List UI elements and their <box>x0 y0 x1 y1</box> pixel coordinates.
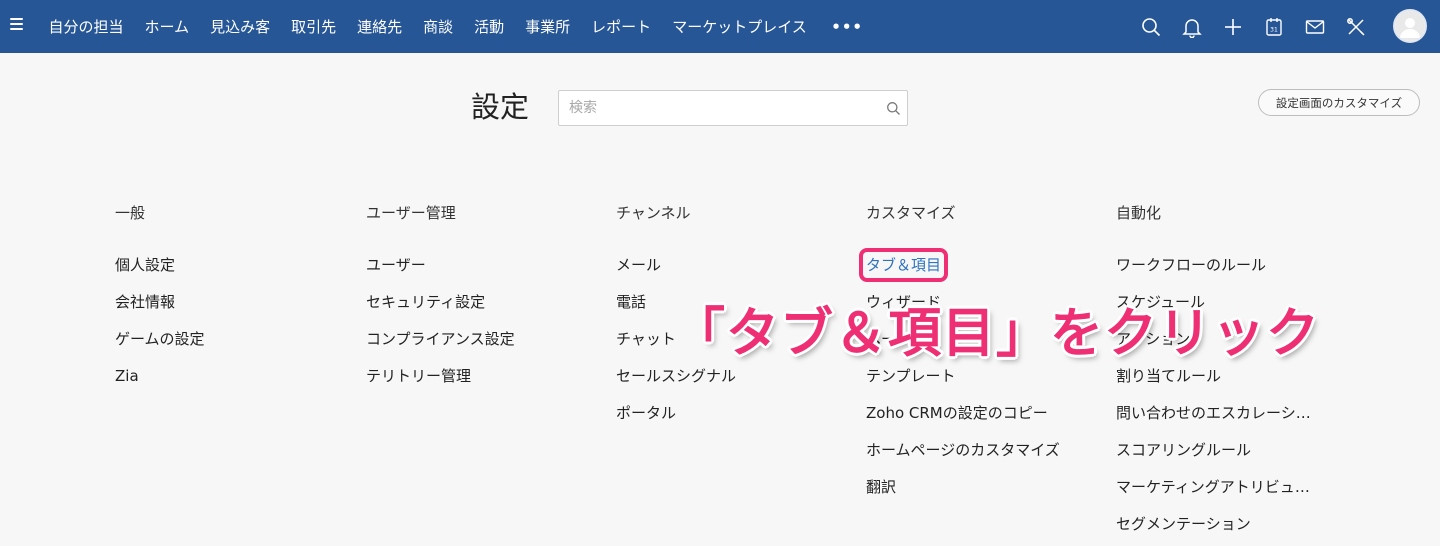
setting-link-translation[interactable]: 翻訳 <box>866 477 1096 497</box>
nav-tab-reports[interactable]: レポート <box>581 16 662 37</box>
settings-column-user-management: ユーザー管理 ユーザー セキュリティ設定 コンプライアンス設定 テリトリー管理 <box>366 203 596 403</box>
setup-tools-icon[interactable] <box>1343 14 1369 40</box>
nav-tab-leads[interactable]: 見込み客 <box>200 16 281 37</box>
setting-link-home-customization[interactable]: ホームページのカスタマイズ <box>866 440 1096 460</box>
setting-link-assignment-rules[interactable]: 割り当てルール <box>1116 366 1324 386</box>
nav-tabs: 自分の担当 ホーム 見込み客 取引先 連絡先 商談 活動 事業所 レポート マー… <box>38 0 877 53</box>
setting-link-security[interactable]: セキュリティ設定 <box>366 292 596 312</box>
nav-tab-marketplace[interactable]: マーケットプレイス <box>662 16 818 37</box>
more-tabs-button[interactable]: ••• <box>817 18 877 36</box>
nav-tab-contacts[interactable]: 連絡先 <box>347 16 413 37</box>
nav-tab-deals[interactable]: 商談 <box>413 16 464 37</box>
setting-link-workflow-rules[interactable]: ワークフローのルール <box>1116 255 1324 275</box>
search-icon[interactable] <box>886 101 901 116</box>
setting-link-territory[interactable]: テリトリー管理 <box>366 366 596 386</box>
bell-icon[interactable] <box>1179 14 1205 40</box>
nav-icon-group: 31 <box>1138 0 1384 53</box>
plus-icon[interactable] <box>1220 14 1246 40</box>
user-avatar[interactable] <box>1393 9 1427 43</box>
settings-column-automation: 自動化 ワークフローのルール スケジュール アクション 割り当てルール 問い合わ… <box>1116 203 1324 546</box>
nav-tab-accounts[interactable]: 取引先 <box>281 16 347 37</box>
setting-link-users[interactable]: ユーザー <box>366 255 596 275</box>
instruction-callout: 「タブ＆項目」をクリック <box>672 303 1320 364</box>
nav-tab-activities[interactable]: 活動 <box>464 16 515 37</box>
setting-link-zia[interactable]: Zia <box>115 366 345 386</box>
nav-tab-offices[interactable]: 事業所 <box>515 16 581 37</box>
setting-link-marketing-attribution[interactable]: マーケティングアトリビューション <box>1116 477 1324 497</box>
setting-link-company[interactable]: 会社情報 <box>115 292 345 312</box>
search-icon[interactable] <box>1138 14 1164 40</box>
column-header: カスタマイズ <box>866 204 956 222</box>
menu-icon[interactable] <box>10 18 23 30</box>
setting-link-email[interactable]: メール <box>616 255 846 275</box>
column-header: チャンネル <box>616 204 691 222</box>
column-header: ユーザー管理 <box>366 204 456 222</box>
settings-search-input[interactable] <box>559 91 859 125</box>
setting-link-segmentation[interactable]: セグメンテーション <box>1116 514 1324 534</box>
nav-tab-home[interactable]: ホーム <box>134 16 200 37</box>
column-header: 自動化 <box>1116 204 1162 222</box>
customize-setup-button[interactable]: 設定画面のカスタマイズ <box>1258 89 1420 116</box>
settings-column-general: 一般 個人設定 会社情報 ゲームの設定 Zia <box>115 203 345 403</box>
setting-link-tabs-and-fields[interactable]: タブ＆項目 <box>858 248 949 282</box>
setting-link-portal[interactable]: ポータル <box>616 403 846 423</box>
top-navigation-bar: 自分の担当 ホーム 見込み客 取引先 連絡先 商談 活動 事業所 レポート マー… <box>0 0 1440 53</box>
setting-link-copy-config[interactable]: Zoho CRMの設定のコピー <box>866 403 1096 423</box>
setting-link-scoring-rules[interactable]: スコアリングルール <box>1116 440 1324 460</box>
setting-link-templates[interactable]: テンプレート <box>866 366 1096 386</box>
column-header: 一般 <box>115 204 146 222</box>
setting-link-case-escalation[interactable]: 問い合わせのエスカレーション <box>1116 403 1324 423</box>
page-title: 設定 <box>471 90 530 124</box>
svg-text:31: 31 <box>1270 26 1278 33</box>
setting-link-salessignals[interactable]: セールスシグナル <box>616 366 846 386</box>
setting-link-gamescope[interactable]: ゲームの設定 <box>115 329 345 349</box>
nav-tab-my-tasks[interactable]: 自分の担当 <box>38 16 134 37</box>
calendar-icon[interactable]: 31 <box>1261 14 1287 40</box>
setting-link-compliance[interactable]: コンプライアンス設定 <box>366 329 596 349</box>
settings-search-box[interactable] <box>558 90 908 126</box>
mail-icon[interactable] <box>1302 14 1328 40</box>
setting-link-personal[interactable]: 個人設定 <box>115 255 345 275</box>
